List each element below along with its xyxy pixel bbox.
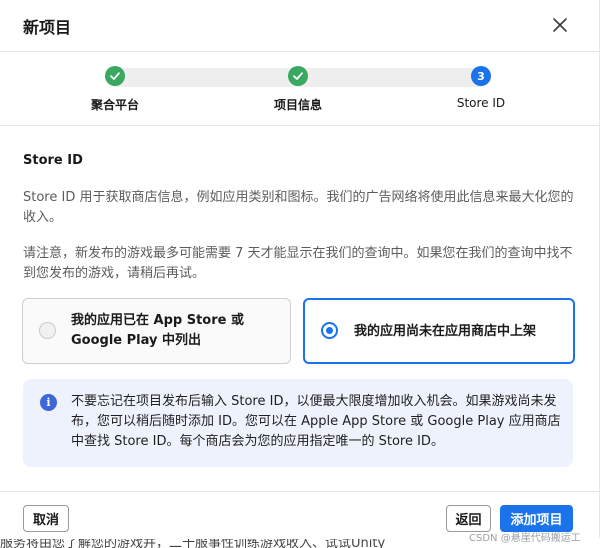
- option-label: 我的应用尚未在应用商店中上架: [354, 324, 537, 339]
- background-page-text: 服务将由您了解您的游戏并，二十服事性训练游戏收入、试试Unity: [0, 539, 386, 548]
- stepper-track: [113, 68, 298, 87]
- add-project-button[interactable]: 添加项目: [500, 505, 573, 532]
- back-button[interactable]: 返回: [446, 505, 491, 532]
- step-2-label: 项目信息: [273, 98, 323, 112]
- radio-selected[interactable]: [321, 322, 338, 339]
- dialog-title: 新项目: [23, 18, 72, 37]
- dialog-header: 新项目: [0, 0, 599, 52]
- description-paragraph: Store ID 用于获取商店信息，例如应用类别和图标。我们的广告网络将使用此信…: [23, 190, 574, 225]
- close-icon[interactable]: [549, 14, 571, 36]
- info-icon: i: [40, 394, 57, 411]
- step-3-number: 3: [471, 66, 491, 86]
- step-1-label: 聚合平台: [90, 98, 140, 112]
- step-3-label: Store ID: [456, 96, 506, 110]
- info-banner: i 不要忘记在项目发布后输入 Store ID，以便最大限度增加收入机会。如果游…: [23, 379, 573, 467]
- notice-paragraph: 请注意，新发布的游戏最多可能需要 7 天才能显示在我们的查询中。如果您在我们的查…: [23, 246, 573, 281]
- radio-unselected[interactable]: [39, 322, 56, 339]
- stepper-track: [298, 68, 481, 87]
- option-not-yet-listed[interactable]: 我的应用尚未在应用商店中上架: [303, 298, 575, 364]
- new-project-dialog: 新项目 3 聚合平台 项目信息 Store ID Store ID Store …: [0, 0, 600, 538]
- step-2-check-icon: [288, 66, 308, 86]
- option-label: 我的应用已在 App Store 或 Google Play 中列出: [71, 313, 244, 348]
- progress-stepper: [0, 52, 599, 126]
- section-title: Store ID: [23, 153, 83, 168]
- info-text: 不要忘记在项目发布后输入 Store ID，以便最大限度增加收入机会。如果游戏尚…: [71, 394, 561, 449]
- cancel-button[interactable]: 取消: [23, 505, 69, 532]
- step-1-check-icon: [105, 66, 125, 86]
- option-listed-in-store[interactable]: 我的应用已在 App Store 或 Google Play 中列出: [22, 298, 291, 364]
